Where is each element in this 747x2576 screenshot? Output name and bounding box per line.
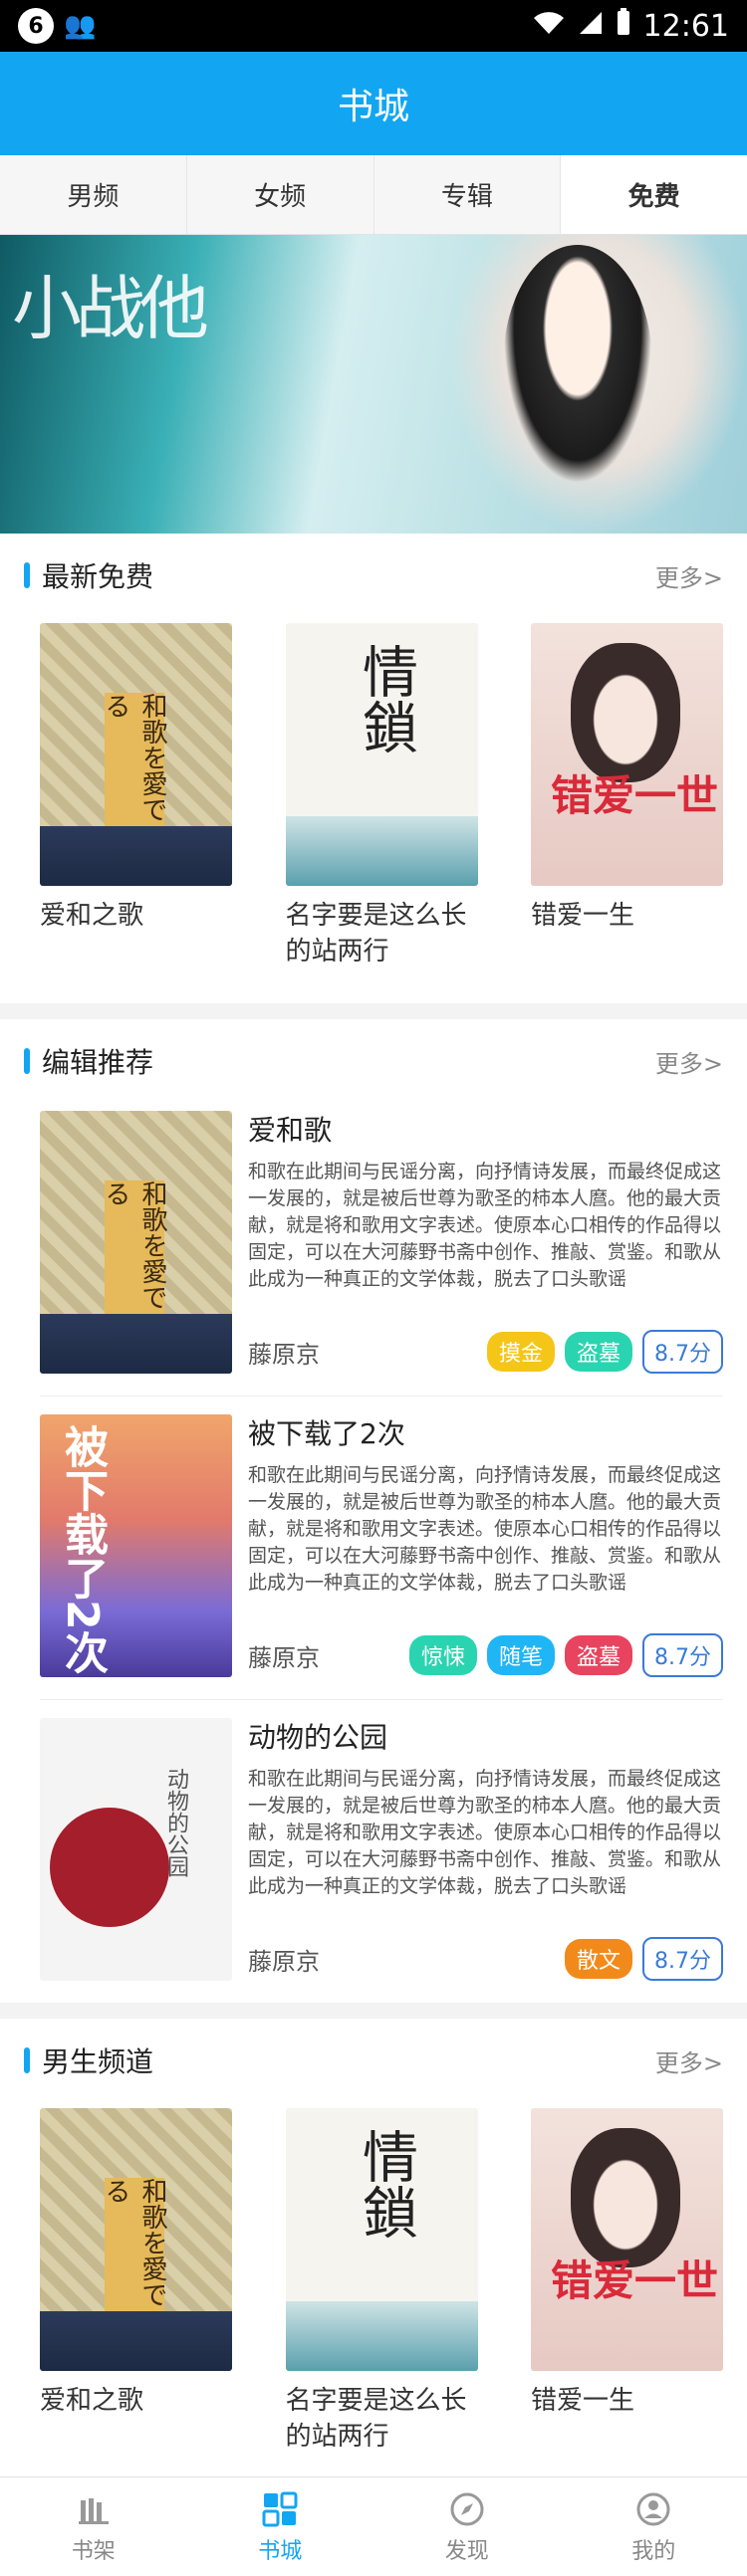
book-cover: 情鎖 — [285, 623, 478, 886]
score-badge: 8.7分 — [642, 1633, 723, 1677]
book-cover: 情鎖 — [285, 2108, 478, 2371]
book-title: 被下载了2次 — [248, 1417, 405, 1450]
tag-badge: 散文 — [564, 1939, 632, 1979]
more-link[interactable]: 更多> — [655, 558, 723, 593]
list-item[interactable]: 动物的公园 动物的公园 和歌在此期间与民谣分离，向抒情诗发展，而最终促成这一发展… — [40, 1700, 723, 2003]
compass-icon — [447, 2489, 487, 2529]
male-section: 男生频道 更多> 和歌を愛でる 爱和之歌 情鎖 名字要是这么长的站两行 错爱一世… — [0, 2019, 747, 2488]
contacts-icon: 👥 — [64, 11, 97, 41]
tag-badge: 盗墓 — [564, 1332, 632, 1372]
book-cover: 被下载了2次 — [40, 1414, 232, 1677]
book-cover: 和歌を愛でる — [40, 1111, 232, 1374]
book-cover: 错爱一世 — [531, 2108, 723, 2371]
section-marker — [24, 2047, 30, 2073]
book-card[interactable]: 情鎖 名字要是这么长的站两行 — [285, 623, 478, 969]
book-cover: 错爱一世 — [531, 623, 723, 886]
tab-female[interactable]: 女频 — [186, 155, 374, 234]
tag-badge: 随笔 — [486, 1635, 555, 1675]
book-author: 藤原京 — [248, 1340, 320, 1369]
book-card[interactable]: 和歌を愛でる 爱和之歌 — [40, 2108, 232, 2455]
book-cover: 和歌を愛でる — [40, 2108, 232, 2371]
book-card[interactable]: 错爱一世 错爱一生 — [531, 2108, 723, 2455]
tab-album[interactable]: 专辑 — [374, 155, 562, 234]
book-cover: 和歌を愛でる — [40, 623, 232, 886]
book-title: 名字要是这么长的站两行 — [285, 2386, 467, 2452]
more-link[interactable]: 更多> — [655, 1044, 723, 1079]
list-item[interactable]: 被下载了2次 被下载了2次 和歌在此期间与民谣分离，向抒情诗发展，而最终促成这一… — [40, 1396, 723, 1700]
list-item[interactable]: 和歌を愛でる 爱和歌 和歌在此期间与民谣分离，向抒情诗发展，而最终促成这一发展的… — [40, 1093, 723, 1396]
banner-logo: 小战他 — [12, 268, 209, 349]
tag-badge: 盗墓 — [564, 1635, 632, 1675]
page-title: 书城 — [337, 87, 409, 127]
book-title: 名字要是这么长的站两行 — [285, 901, 467, 966]
score-badge: 8.7分 — [642, 1330, 723, 1374]
battery-icon — [616, 8, 631, 44]
profile-icon — [633, 2489, 673, 2529]
book-card[interactable]: 情鎖 名字要是这么长的站两行 — [285, 2108, 478, 2455]
book-card[interactable]: 和歌を愛でる 爱和之歌 — [40, 623, 232, 969]
book-title: 错爱一生 — [531, 901, 635, 931]
nav-bookshelf[interactable]: 书架 — [0, 2477, 187, 2576]
book-description: 和歌在此期间与民谣分离，向抒情诗发展，而最终促成这一发展的，就是被后世尊为歌圣的… — [248, 1768, 722, 1897]
editor-section: 编辑推荐 更多> 和歌を愛でる 爱和歌 和歌在此期间与民谣分离，向抒情诗发展，而… — [0, 1019, 747, 2003]
status-time: 12:61 — [642, 8, 729, 44]
grid-icon — [260, 2489, 300, 2529]
more-link[interactable]: 更多> — [655, 2043, 723, 2078]
wifi-icon — [532, 9, 566, 44]
section-title: 编辑推荐 — [42, 1046, 154, 1079]
promo-banner[interactable]: 小战他 — [0, 235, 747, 534]
score-badge: 8.7分 — [642, 1937, 723, 1981]
banner-portrait — [503, 245, 652, 484]
signal-icon — [578, 9, 604, 44]
section-title: 最新免费 — [42, 560, 154, 593]
tab-free[interactable]: 免费 — [561, 155, 747, 234]
nav-profile[interactable]: 我的 — [561, 2477, 747, 2576]
free-section: 最新免费 更多> 和歌を愛でる 爱和之歌 情鎖 名字要是这么长的站两行 错爱一世… — [0, 534, 747, 1003]
tab-male[interactable]: 男频 — [0, 155, 187, 234]
section-marker — [24, 562, 30, 588]
nav-discover[interactable]: 发现 — [374, 2477, 561, 2576]
book-title: 爱和歌 — [248, 1114, 333, 1147]
book-title: 爱和之歌 — [40, 2386, 144, 2416]
status-bar: 6 👥 12:61 — [0, 0, 747, 52]
app-header: 书城 — [0, 52, 747, 155]
bottom-nav: 书架 书城 发现 我的 — [0, 2476, 747, 2576]
tag-badge: 摸金 — [486, 1332, 555, 1372]
category-tabs: 男频 女频 专辑 免费 — [0, 155, 747, 235]
book-author: 藤原京 — [248, 1947, 320, 1976]
bookshelf-icon — [74, 2489, 114, 2529]
nav-bookstore[interactable]: 书城 — [187, 2477, 374, 2576]
book-cover: 动物的公园 — [40, 1718, 232, 1981]
book-card[interactable]: 错爱一世 错爱一生 — [531, 623, 723, 969]
tag-badge: 惊悚 — [408, 1635, 477, 1675]
section-marker — [24, 1048, 30, 1074]
book-title: 动物的公园 — [248, 1721, 388, 1754]
book-author: 藤原京 — [248, 1643, 320, 1672]
notification-badge: 6 — [18, 8, 54, 44]
book-title: 爱和之歌 — [40, 901, 144, 931]
book-description: 和歌在此期间与民谣分离，向抒情诗发展，而最终促成这一发展的，就是被后世尊为歌圣的… — [248, 1161, 722, 1290]
section-title: 男生频道 — [42, 2045, 154, 2078]
book-title: 错爱一生 — [531, 2386, 635, 2416]
book-description: 和歌在此期间与民谣分离，向抒情诗发展，而最终促成这一发展的，就是被后世尊为歌圣的… — [248, 1464, 722, 1594]
